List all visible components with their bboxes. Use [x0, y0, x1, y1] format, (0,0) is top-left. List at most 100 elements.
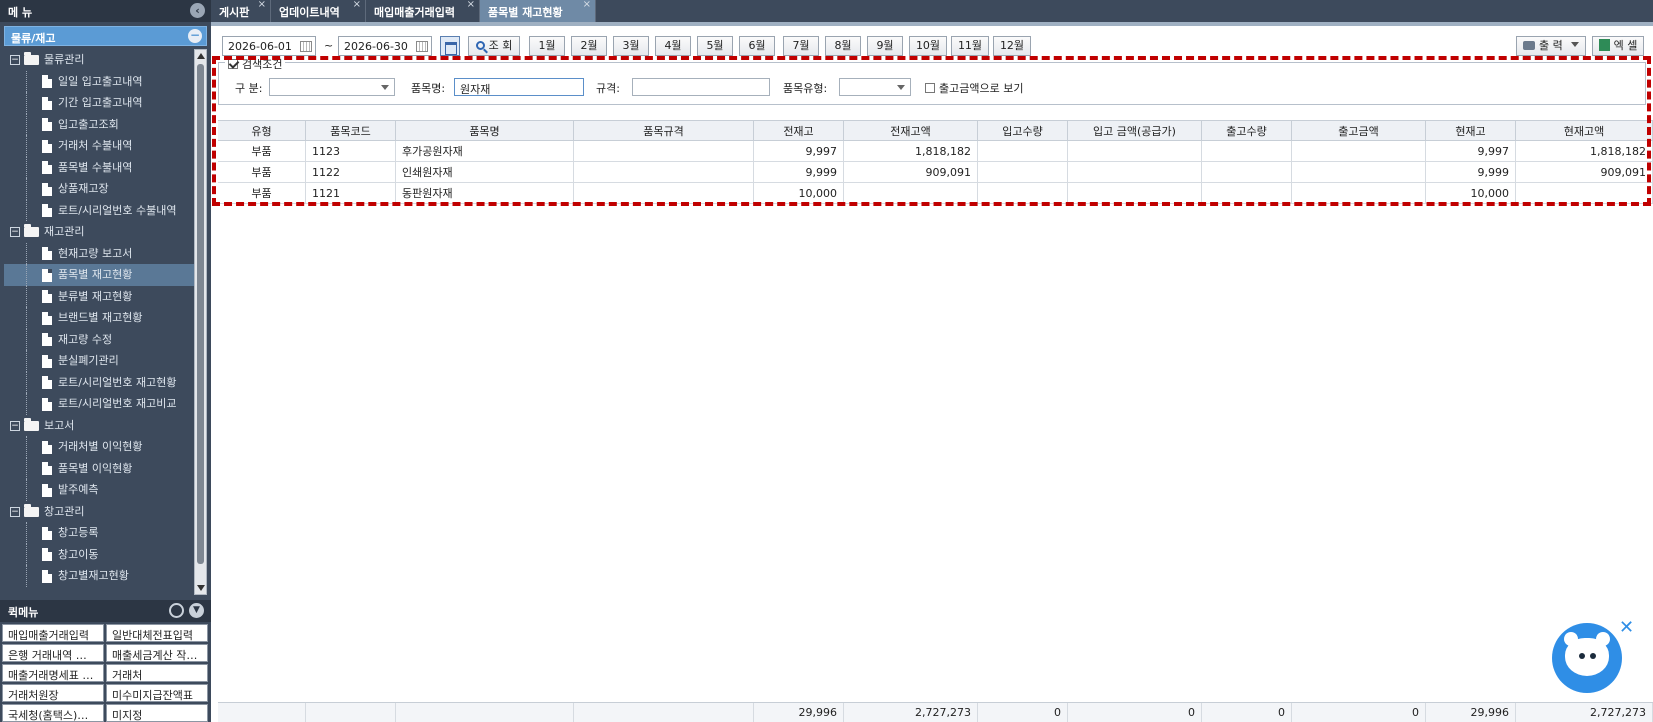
quickmenu-button[interactable]: 거래처원장: [2, 684, 104, 702]
month-button[interactable]: 6월: [739, 36, 775, 56]
close-icon[interactable]: ✕: [1619, 617, 1634, 638]
menu-item[interactable]: 창고등록: [4, 522, 194, 544]
tree-toggle-icon[interactable]: −: [10, 506, 20, 517]
spec-input[interactable]: [632, 78, 770, 96]
item-name-input[interactable]: 원자재: [454, 78, 584, 96]
outgoing-amount-toggle[interactable]: 출고금액으로 보기: [925, 80, 1023, 96]
column-header[interactable]: 전재고: [754, 121, 844, 142]
menu-item[interactable]: 발주예측: [4, 479, 194, 501]
month-button[interactable]: 11월: [951, 36, 989, 56]
month-button[interactable]: 12월: [993, 36, 1031, 56]
quickmenu-button[interactable]: 매입매출거래입력: [2, 624, 104, 642]
menu-item[interactable]: 입고출고조회: [4, 113, 194, 136]
close-tab-icon[interactable]: ×: [467, 0, 475, 10]
month-button[interactable]: 3월: [613, 36, 649, 56]
table-row[interactable]: 부품 1121 동판원자재 10,000 10,000: [218, 183, 1653, 204]
collapse-left-icon[interactable]: ‹: [190, 3, 205, 18]
menu-category-bar[interactable]: 물류/재고 −: [4, 26, 207, 46]
column-header[interactable]: 유형: [218, 121, 306, 142]
menu-scrollbar[interactable]: [194, 49, 207, 595]
menu-item[interactable]: 창고별재고현황: [4, 565, 194, 587]
column-header[interactable]: 품목명: [396, 121, 574, 142]
column-header[interactable]: 입고수량: [978, 121, 1068, 142]
menu-item[interactable]: 품목별 이익현황: [4, 457, 194, 480]
month-button[interactable]: 9월: [867, 36, 903, 56]
category-select[interactable]: [269, 78, 395, 96]
quickmenu-button[interactable]: 국세청(홈택스)…: [2, 704, 104, 722]
dropdown-arrow-icon[interactable]: [1570, 42, 1579, 47]
column-header[interactable]: 전재고액: [844, 121, 978, 142]
print-button[interactable]: 출 력: [1516, 36, 1586, 56]
close-tab-icon[interactable]: ×: [583, 0, 591, 10]
tree-toggle-icon[interactable]: −: [10, 420, 20, 431]
quickmenu-button[interactable]: 매출거래명세표 …: [2, 664, 104, 682]
menu-item[interactable]: 현재고량 보고서: [4, 242, 194, 265]
menu-folder[interactable]: − 보고서: [4, 415, 194, 437]
menu-item[interactable]: 로트/시리얼번호 재고비교: [4, 393, 194, 415]
menu-item[interactable]: 품목별 수불내역: [4, 156, 194, 179]
excel-button[interactable]: 엑 셀: [1592, 36, 1644, 56]
date-from-input[interactable]: 2026-06-01: [222, 36, 316, 56]
collapse-category-icon[interactable]: −: [188, 29, 202, 43]
menu-item[interactable]: 기간 입고출고내역: [4, 92, 194, 114]
close-tab-icon[interactable]: ×: [258, 0, 266, 10]
column-header[interactable]: 현재고액: [1516, 121, 1653, 142]
tab-3[interactable]: 품목별 재고현황 ×: [480, 0, 596, 22]
date-to-input[interactable]: 2026-06-30: [338, 36, 432, 56]
menu-folder[interactable]: − 물류관리: [4, 49, 194, 71]
tab-0[interactable]: 게시판 ×: [211, 0, 271, 22]
menu-folder[interactable]: − 창고관리: [4, 501, 194, 523]
month-button[interactable]: 4월: [655, 36, 691, 56]
chevron-down-icon[interactable]: ▼: [189, 603, 204, 618]
menu-item[interactable]: 분실폐기관리: [4, 350, 194, 372]
column-header[interactable]: 출고금액: [1292, 121, 1426, 142]
column-header[interactable]: 현재고: [1426, 121, 1516, 142]
outgoing-amount-checkbox[interactable]: [925, 83, 935, 93]
menu-item[interactable]: 분류별 재고현황: [4, 285, 194, 308]
month-button[interactable]: 10월: [909, 36, 947, 56]
quickmenu-button[interactable]: 매출세금계산 작…: [106, 644, 208, 662]
month-button[interactable]: 2월: [571, 36, 607, 56]
menu-item[interactable]: 거래처 수불내역: [4, 135, 194, 157]
search-button[interactable]: 조 회: [468, 36, 520, 56]
month-button[interactable]: 8월: [825, 36, 861, 56]
chatbot-mascot-icon[interactable]: [1552, 623, 1622, 693]
quickmenu-button[interactable]: 거래처: [106, 664, 208, 682]
column-header[interactable]: 품목규격: [574, 121, 754, 142]
menu-item[interactable]: 브랜드별 재고현황: [4, 307, 194, 329]
month-button[interactable]: 7월: [783, 36, 819, 56]
column-header[interactable]: 품목코드: [306, 121, 396, 142]
month-button[interactable]: 1월: [529, 36, 565, 56]
menu-item[interactable]: 일일 입고출고내역: [4, 70, 194, 93]
tab-1[interactable]: 업데이트내역 ×: [271, 0, 366, 22]
scroll-thumb[interactable]: [197, 64, 204, 564]
tab-2[interactable]: 매입매출거래입력 ×: [366, 0, 480, 22]
table-row[interactable]: 부품 1122 인쇄원자재 9,999 909,091 9,999 909,091: [218, 162, 1653, 183]
menu-item[interactable]: 상품재고장: [4, 178, 194, 200]
close-tab-icon[interactable]: ×: [353, 0, 361, 10]
menu-item[interactable]: 품목별 재고현황: [4, 264, 194, 286]
menu-item[interactable]: 재고량 수정: [4, 328, 194, 351]
scroll-up-icon[interactable]: [197, 53, 205, 59]
calendar-icon[interactable]: [416, 41, 428, 52]
item-type-select[interactable]: [839, 78, 911, 96]
tree-toggle-icon[interactable]: −: [10, 55, 20, 65]
quickmenu-button[interactable]: 일반대체전표입력: [106, 624, 208, 642]
quickmenu-button[interactable]: 미수미지급잔액표: [106, 684, 208, 702]
search-conditions-checkbox[interactable]: [228, 59, 238, 69]
quickmenu-button[interactable]: 은행 거래내역 …: [2, 644, 104, 662]
menu-folder[interactable]: − 재고관리: [4, 221, 194, 243]
tree-toggle-icon[interactable]: −: [10, 227, 20, 237]
month-button[interactable]: 5월: [697, 36, 733, 56]
search-conditions-legend[interactable]: 검색조건: [225, 56, 286, 72]
menu-item[interactable]: 로트/시리얼번호 재고현황: [4, 371, 194, 394]
quickmenu-button[interactable]: 미지정: [106, 704, 208, 722]
menu-item[interactable]: 거래처별 이익현황: [4, 436, 194, 458]
calendar-icon[interactable]: [300, 41, 312, 52]
table-row[interactable]: 부품 1123 후가공원자재 9,997 1,818,182 9,997 1,818,182: [218, 141, 1653, 162]
gear-icon[interactable]: [169, 603, 184, 618]
column-header[interactable]: 입고 금액(공급가): [1068, 121, 1202, 142]
menu-item[interactable]: 로트/시리얼번호 수불내역: [4, 199, 194, 222]
scroll-down-icon[interactable]: [197, 585, 205, 591]
calendar-picker-button[interactable]: [440, 36, 460, 56]
